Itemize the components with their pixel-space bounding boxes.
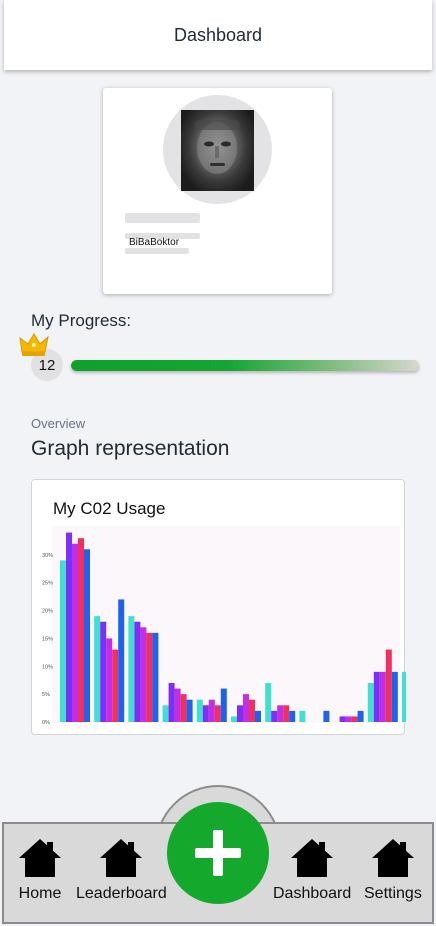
co2-usage-chart: 0% 5% 10% 15% 20% 25% 30% — [42, 526, 406, 726]
chart-bar — [134, 621, 141, 722]
level-number: 12 — [38, 356, 56, 374]
y-tick-label: 0% — [42, 720, 50, 726]
chart-bar — [255, 710, 261, 722]
chart-bar — [237, 705, 243, 722]
chart-bar — [357, 710, 364, 722]
chart-bar — [152, 632, 159, 722]
y-tick-label: 5% — [42, 692, 50, 698]
chart-bar — [60, 560, 66, 722]
chart-bar — [202, 705, 209, 722]
home-icon — [19, 839, 61, 877]
chart-bar — [146, 632, 153, 722]
user-photo-icon — [181, 110, 254, 191]
name-placeholder-bar — [125, 213, 200, 223]
top-header: Dashboard — [4, 0, 432, 70]
chart-bar — [84, 549, 90, 722]
chart-bar — [128, 616, 135, 722]
chart-bar — [402, 671, 406, 722]
chart-bar — [265, 683, 272, 722]
chart-bar — [174, 688, 181, 722]
chart-bar — [367, 683, 374, 722]
chart-bar — [78, 538, 84, 722]
chart-bar — [112, 649, 119, 722]
home-icon — [291, 839, 334, 877]
nav-leaderboard-label: Leaderboard — [76, 885, 167, 902]
chart-bar — [231, 716, 237, 722]
chart-bar — [72, 543, 78, 722]
y-tick-label: 25% — [42, 581, 53, 587]
chart-bar — [106, 638, 113, 722]
y-tick-label: 10% — [42, 664, 53, 670]
chart-bar — [118, 599, 125, 722]
chart-card: My C02 Usage 0% 5% 10% 15% 20% 25% 30% — [31, 479, 406, 735]
chart-bar — [373, 671, 380, 722]
app-screen: Dashboard BiBaBoktor My Progress: 12 Ove… — [0, 0, 436, 926]
chart-bar — [289, 710, 296, 722]
nav-home-label: Home — [18, 885, 62, 902]
info-placeholder-bar-2 — [125, 248, 189, 254]
chart-bar — [180, 694, 187, 722]
chart-bar — [214, 705, 221, 722]
nav-leaderboard[interactable]: Leaderboard — [76, 838, 167, 903]
chart-bar — [220, 688, 227, 722]
chart-bar — [94, 616, 101, 722]
chart-bar — [100, 621, 107, 722]
chart-bar — [345, 716, 352, 722]
chart-bar — [140, 627, 147, 722]
chart-bar — [283, 705, 290, 722]
nav-dashboard[interactable]: Dashboard — [273, 838, 351, 903]
home-icon — [371, 839, 414, 877]
home-icon — [100, 839, 143, 877]
chart-bar — [196, 699, 203, 722]
nav-settings-label: Settings — [364, 885, 422, 902]
nav-settings[interactable]: Settings — [364, 838, 422, 903]
chart-bar — [162, 705, 169, 722]
chart-bar — [339, 716, 346, 722]
progress-label: My Progress: — [31, 311, 132, 330]
crown-icon — [19, 333, 49, 356]
chart-bar — [277, 705, 284, 722]
chart-bar — [271, 710, 278, 722]
chart-bar — [299, 710, 306, 722]
overview-label: Overview — [31, 416, 86, 431]
chart-bar — [391, 671, 398, 722]
chart-bar — [323, 710, 330, 722]
progress-bar-fill — [71, 360, 419, 371]
y-tick-label: 30% — [42, 553, 53, 559]
y-tick-label: 20% — [42, 609, 53, 615]
section-title: Graph representation — [31, 437, 230, 460]
chart-bar — [168, 683, 175, 722]
page-title: Dashboard — [173, 24, 263, 45]
profile-card[interactable]: BiBaBoktor — [103, 88, 332, 294]
chart-bar — [208, 699, 215, 722]
chart-bar — [243, 694, 249, 722]
avatar[interactable] — [163, 95, 272, 204]
chart-bar — [385, 649, 392, 722]
username: BiBaBoktor — [129, 237, 180, 248]
nav-home[interactable]: Home — [18, 838, 62, 903]
chart-bar — [66, 532, 72, 722]
chart-bar — [186, 699, 193, 722]
chart-bar — [379, 671, 386, 722]
plus-icon — [195, 830, 241, 876]
y-tick-label: 15% — [42, 636, 53, 642]
nav-dashboard-label: Dashboard — [273, 885, 352, 902]
chart-bar — [249, 699, 255, 722]
add-button[interactable] — [167, 802, 269, 904]
chart-bar — [351, 716, 358, 722]
progress-bar — [71, 360, 419, 371]
